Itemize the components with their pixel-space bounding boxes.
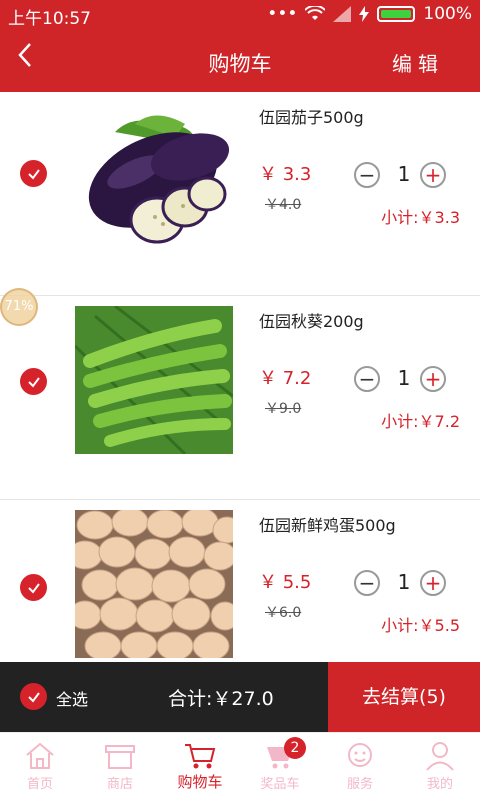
cart-item: 伍园新鲜鸡蛋500g ￥ 5.5 ￥6.0 − 1 + 小计:￥5.5	[0, 500, 480, 662]
item-checkbox[interactable]	[20, 574, 47, 601]
quantity-stepper: − 1 +	[354, 366, 454, 392]
product-price: ￥ 3.3	[259, 164, 312, 185]
checkmark-icon	[27, 582, 40, 594]
floating-progress-badge[interactable]: 71%	[0, 288, 38, 326]
total-price: 合计:￥27.0	[168, 688, 274, 710]
checkout-bar: 全选 合计:￥27.0 去结算(5)	[0, 662, 480, 732]
increase-button[interactable]: +	[420, 162, 446, 188]
quantity-stepper: − 1 +	[354, 162, 454, 188]
item-checkbox[interactable]	[20, 368, 47, 395]
status-time: 上午10:57	[8, 9, 91, 29]
prize-cart-badge: 2	[284, 737, 306, 759]
tab-service[interactable]: 服务	[320, 733, 400, 800]
battery-icon	[377, 6, 416, 22]
product-name[interactable]: 伍园茄子500g	[259, 104, 364, 128]
tab-bar: 首页 商店 购物车 2 奖品车 服务 我的	[0, 732, 480, 800]
header: 购物车 编辑	[0, 30, 480, 92]
tab-label: 购物车	[177, 773, 223, 791]
select-all-label[interactable]: 全选	[56, 686, 88, 710]
item-subtotal: 小计:￥7.2	[381, 412, 460, 431]
quantity-value: 1	[397, 570, 411, 594]
product-old-price: ￥9.0	[265, 401, 302, 417]
tab-shop[interactable]: 商店	[80, 733, 160, 800]
quantity-value: 1	[397, 366, 411, 390]
tab-label: 奖品车	[260, 777, 300, 792]
checkmark-icon	[27, 168, 40, 180]
tab-cart[interactable]: 购物车	[160, 733, 240, 800]
decrease-button[interactable]: −	[354, 366, 380, 392]
tab-prize-cart[interactable]: 2 奖品车	[240, 733, 320, 800]
tab-home[interactable]: 首页	[0, 733, 80, 800]
tab-label: 首页	[26, 777, 53, 792]
home-icon	[26, 742, 54, 769]
user-icon	[426, 742, 454, 771]
wifi-icon	[305, 6, 326, 20]
edit-button[interactable]: 编辑	[392, 48, 444, 77]
cart-item: 伍园秋葵200g ￥ 7.2 ￥9.0 − 1 + 小计:￥7.2	[0, 296, 480, 500]
product-old-price: ￥4.0	[265, 197, 302, 213]
product-price: ￥ 5.5	[259, 572, 312, 593]
tab-label: 商店	[106, 777, 133, 792]
item-subtotal: 小计:￥5.5	[381, 616, 460, 635]
product-name[interactable]: 伍园秋葵200g	[259, 308, 364, 332]
dots-icon: •••	[267, 4, 298, 24]
service-icon	[348, 743, 372, 767]
checkmark-icon	[27, 376, 40, 388]
decrease-button[interactable]: −	[354, 162, 380, 188]
tab-label: 我的	[426, 777, 453, 792]
decrease-button[interactable]: −	[354, 570, 380, 596]
product-name[interactable]: 伍园新鲜鸡蛋500g	[259, 512, 396, 536]
select-all-checkbox[interactable]	[20, 683, 47, 710]
battery-percent: 100%	[423, 4, 472, 24]
tab-label: 服务	[346, 777, 373, 792]
checkmark-icon	[27, 691, 40, 703]
item-subtotal: 小计:￥3.3	[381, 208, 460, 227]
cart-list[interactable]: 伍园茄子500g ￥ 3.3 ￥4.0 − 1 + 小计:￥3.3 伍园秋葵20…	[0, 92, 480, 662]
quantity-value: 1	[397, 162, 411, 186]
cart-item: 伍园茄子500g ￥ 3.3 ￥4.0 − 1 + 小计:￥3.3	[0, 92, 480, 296]
shop-icon	[105, 745, 135, 769]
item-checkbox[interactable]	[20, 160, 47, 187]
product-image-okra[interactable]	[75, 306, 233, 454]
charging-icon	[359, 6, 370, 22]
increase-button[interactable]: +	[420, 366, 446, 392]
quantity-stepper: − 1 +	[354, 570, 454, 596]
status-icons: ••• 100%	[267, 4, 472, 24]
signal-icon	[333, 6, 352, 22]
product-old-price: ￥6.0	[265, 605, 302, 621]
product-price: ￥ 7.2	[259, 368, 312, 389]
cart-icon	[185, 744, 216, 769]
product-image-eggplant[interactable]	[75, 102, 233, 250]
tab-profile[interactable]: 我的	[400, 733, 480, 800]
status-bar: 上午10:57 ••• 100%	[0, 0, 480, 30]
increase-button[interactable]: +	[420, 570, 446, 596]
product-image-eggs[interactable]	[75, 510, 233, 658]
checkout-button[interactable]: 去结算(5)	[328, 662, 480, 732]
